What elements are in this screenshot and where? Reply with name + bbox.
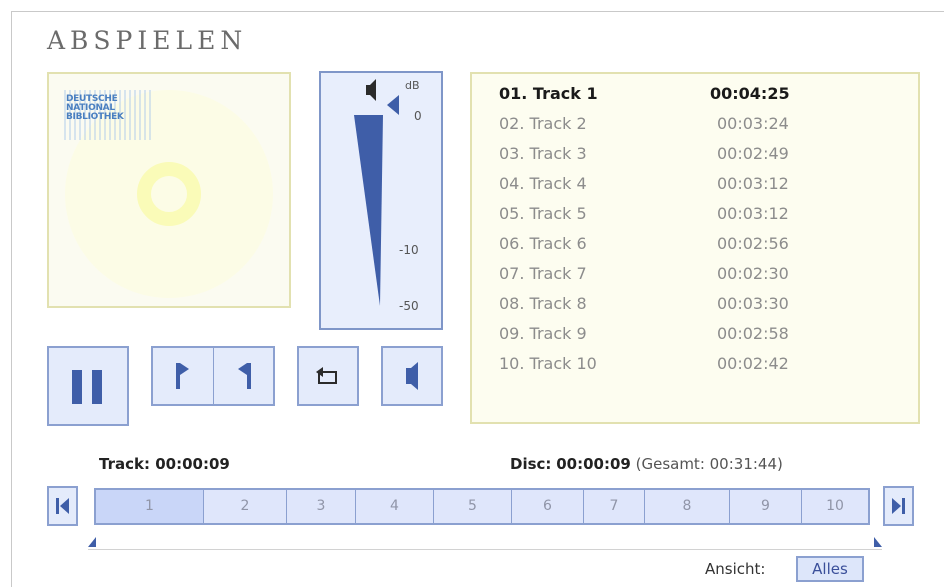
track-duration: 00:03:24 — [717, 114, 789, 133]
skip-to-end-icon — [892, 498, 905, 514]
track-name: 01. Track 1 — [499, 84, 598, 103]
timeline-segment[interactable]: 8 — [645, 490, 730, 523]
track-duration: 00:02:42 — [717, 354, 789, 373]
disc-time-display: Disc: 00:00:09 (Gesamt: 00:31:44) — [510, 455, 783, 473]
track-time-value: 00:00:09 — [155, 455, 230, 473]
skip-to-start-icon — [56, 498, 69, 514]
track-name: 02. Track 2 — [499, 114, 587, 133]
range-end-handle — [874, 537, 882, 547]
volume-button[interactable] — [381, 346, 443, 406]
db-label-minus10: -10 — [399, 243, 419, 257]
timeline-segment[interactable]: 1 — [96, 490, 204, 523]
track-name: 09. Track 9 — [499, 324, 587, 343]
track-duration: 00:02:30 — [717, 264, 789, 283]
skip-to-start-button[interactable] — [47, 486, 78, 526]
disc-time-label: Disc: — [510, 455, 552, 473]
step-back-button[interactable] — [214, 348, 273, 404]
range-start-handle — [88, 537, 96, 547]
volume-meter[interactable]: dB 0 -10 -50 — [319, 71, 443, 330]
track-duration: 00:03:12 — [717, 204, 789, 223]
speaker-icon — [366, 79, 376, 101]
track-name: 04. Track 4 — [499, 174, 587, 193]
repeat-button[interactable] — [297, 346, 359, 406]
timeline-segment[interactable]: 5 — [434, 490, 512, 523]
view-label: Ansicht: — [705, 560, 766, 578]
step-back-icon — [238, 363, 251, 389]
volume-wedge — [354, 115, 383, 306]
track-name: 05. Track 5 — [499, 204, 587, 223]
page-title: ABSPIELEN — [47, 26, 248, 55]
track-name: 07. Track 7 — [499, 264, 587, 283]
seek-button-group — [151, 346, 275, 406]
disc-ring — [137, 162, 201, 226]
track-duration: 00:03:12 — [717, 174, 789, 193]
speaker-icon — [406, 362, 418, 390]
step-forward-icon — [176, 363, 189, 389]
track-duration: 00:03:30 — [717, 294, 789, 313]
skip-to-end-button[interactable] — [883, 486, 914, 526]
triangle-left-icon — [387, 95, 399, 115]
repeat-icon — [316, 367, 337, 384]
view-all-button[interactable]: Alles — [796, 556, 864, 582]
pause-button[interactable] — [47, 346, 129, 426]
db-label-0: 0 — [414, 109, 422, 123]
step-forward-button[interactable] — [153, 348, 214, 404]
timeline-segment[interactable]: 2 — [204, 490, 287, 523]
track-duration: 00:04:25 — [710, 84, 790, 103]
timeline-segment[interactable]: 3 — [287, 490, 356, 523]
timeline-segment[interactable]: 6 — [512, 490, 584, 523]
track-timeline[interactable]: 1 2 3 4 5 6 7 8 9 10 — [94, 488, 870, 525]
track-name: 06. Track 6 — [499, 234, 587, 253]
disc-time-value: 00:00:09 — [556, 455, 631, 473]
track-duration: 00:02:58 — [717, 324, 789, 343]
db-label-minus50: -50 — [399, 299, 419, 313]
timeline-segment[interactable]: 9 — [730, 490, 802, 523]
db-unit-label: dB — [405, 79, 420, 92]
track-duration: 00:02:49 — [717, 144, 789, 163]
track-duration: 00:02:56 — [717, 234, 789, 253]
pause-icon — [72, 370, 102, 404]
timeline-segment[interactable]: 10 — [802, 490, 868, 523]
track-list: 01. Track 1 00:04:25 02. Track 2 00:03:24 03… — [470, 72, 920, 424]
track-name: 08. Track 8 — [499, 294, 587, 313]
total-time: (Gesamt: 00:31:44) — [635, 455, 783, 473]
cover-art: DEUTSCHE NATIONAL BIBLIOTHEK — [47, 72, 291, 308]
track-time-label: Track: — [99, 455, 150, 473]
timeline-segment[interactable]: 7 — [584, 490, 645, 523]
track-name: 03. Track 3 — [499, 144, 587, 163]
track-time-display: Track: 00:00:09 — [99, 455, 230, 473]
timeline-range — [88, 525, 882, 550]
library-logo: DEUTSCHE NATIONAL BIBLIOTHEK — [66, 94, 124, 122]
track-name: 10. Track 10 — [499, 354, 597, 373]
timeline-segment[interactable]: 4 — [356, 490, 434, 523]
